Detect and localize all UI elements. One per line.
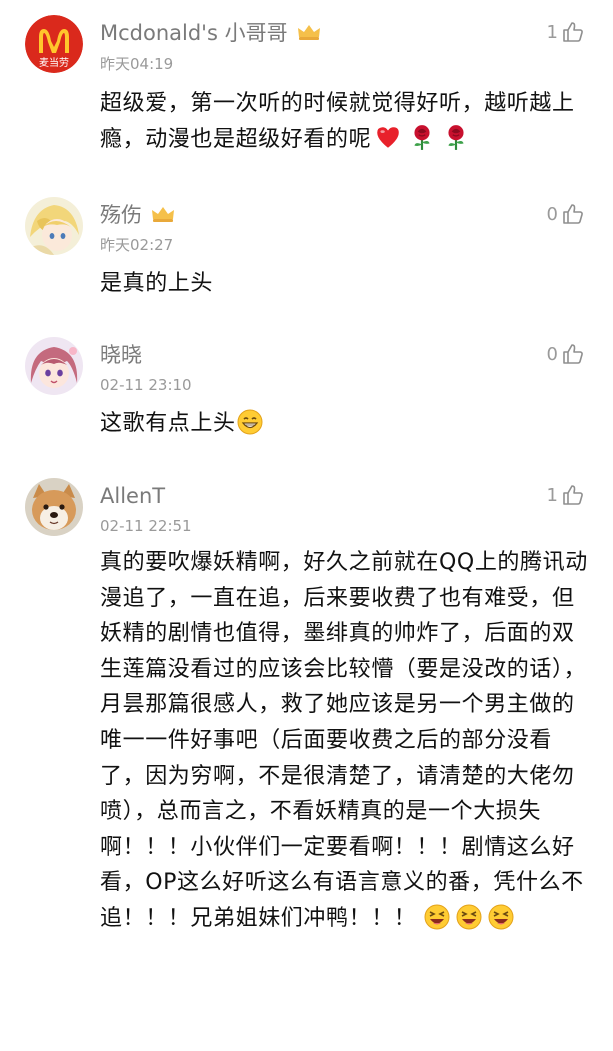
comment-text: 超级爱，第一次听的时候就觉得好听，越听越上瘾，动漫也是超级好看的呢 xyxy=(100,86,592,157)
username-text[interactable]: Mcdonald's 小哥哥 xyxy=(100,21,288,45)
avatar[interactable]: 麦当劳 xyxy=(25,15,83,73)
username-text[interactable]: 晓晓 xyxy=(100,343,142,367)
rose-emoji xyxy=(414,124,430,150)
avatar[interactable] xyxy=(25,197,83,255)
laugh-emoji xyxy=(456,904,482,930)
username-text[interactable]: 殇伤 xyxy=(100,203,142,227)
like-count: 0 xyxy=(546,203,558,225)
comment-text-body: 超级爱，第一次听的时候就觉得好听，越听越上瘾，动漫也是超级好看的呢 xyxy=(100,91,575,152)
username[interactable]: 殇伤 xyxy=(100,201,176,230)
timestamp: 昨天04:19 xyxy=(100,55,174,73)
avatar[interactable] xyxy=(25,478,83,536)
comment-item: 麦当劳 Mcdonald's 小哥哥 昨天04:19 1 超级爱，第一次听的时候… xyxy=(0,0,613,190)
comment-item: 殇伤 昨天02:27 0 是真的上头 xyxy=(0,190,613,325)
like-count: 1 xyxy=(546,484,558,506)
vip-badge-icon xyxy=(296,20,322,48)
laugh-emoji xyxy=(488,904,514,930)
like-count: 0 xyxy=(546,343,558,365)
timestamp: 02-11 23:10 xyxy=(100,376,192,394)
comment-text-body: 是真的上头 xyxy=(100,271,214,296)
laugh-emoji xyxy=(424,904,450,930)
thumbs-up-icon xyxy=(563,22,583,42)
comment-text: 是真的上头 xyxy=(100,266,592,302)
timestamp: 02-11 22:51 xyxy=(100,517,192,535)
comment-item: AllenT 02-11 22:51 1 真的要吹爆妖精啊，好久之前就在QQ上的… xyxy=(0,465,613,1051)
heart-emoji xyxy=(377,126,399,148)
username[interactable]: 晓晓 xyxy=(100,341,142,369)
comment-text: 真的要吹爆妖精啊，好久之前就在QQ上的腾讯动漫追了，一直在追，后来要收费了也有难… xyxy=(100,545,592,937)
username-text[interactable]: AllenT xyxy=(100,484,165,508)
username[interactable]: Mcdonald's 小哥哥 xyxy=(100,19,322,48)
comment-text-body: 这歌有点上头 xyxy=(100,411,236,436)
grin-emoji xyxy=(237,409,263,435)
thumbs-up-icon xyxy=(563,204,583,224)
thumbs-up-icon xyxy=(563,344,583,364)
like-button[interactable]: 0 xyxy=(547,202,585,226)
avatar-label: 麦当劳 xyxy=(39,56,69,69)
vip-badge-icon xyxy=(150,202,176,230)
like-button[interactable]: 1 xyxy=(547,20,585,44)
timestamp: 昨天02:27 xyxy=(100,236,174,254)
rose-emoji xyxy=(448,124,464,150)
comment-item: 晓晓 02-11 23:10 0 这歌有点上头 xyxy=(0,325,613,465)
comment-text: 这歌有点上头 xyxy=(100,406,592,442)
comment-text-body: 真的要吹爆妖精啊，好久之前就在QQ上的腾讯动漫追了，一直在追，后来要收费了也有难… xyxy=(100,550,588,931)
thumbs-up-icon xyxy=(563,485,583,505)
like-count: 1 xyxy=(546,21,558,43)
like-button[interactable]: 0 xyxy=(547,342,585,366)
like-button[interactable]: 1 xyxy=(547,483,585,507)
username[interactable]: AllenT xyxy=(100,482,165,510)
avatar[interactable] xyxy=(25,337,83,395)
